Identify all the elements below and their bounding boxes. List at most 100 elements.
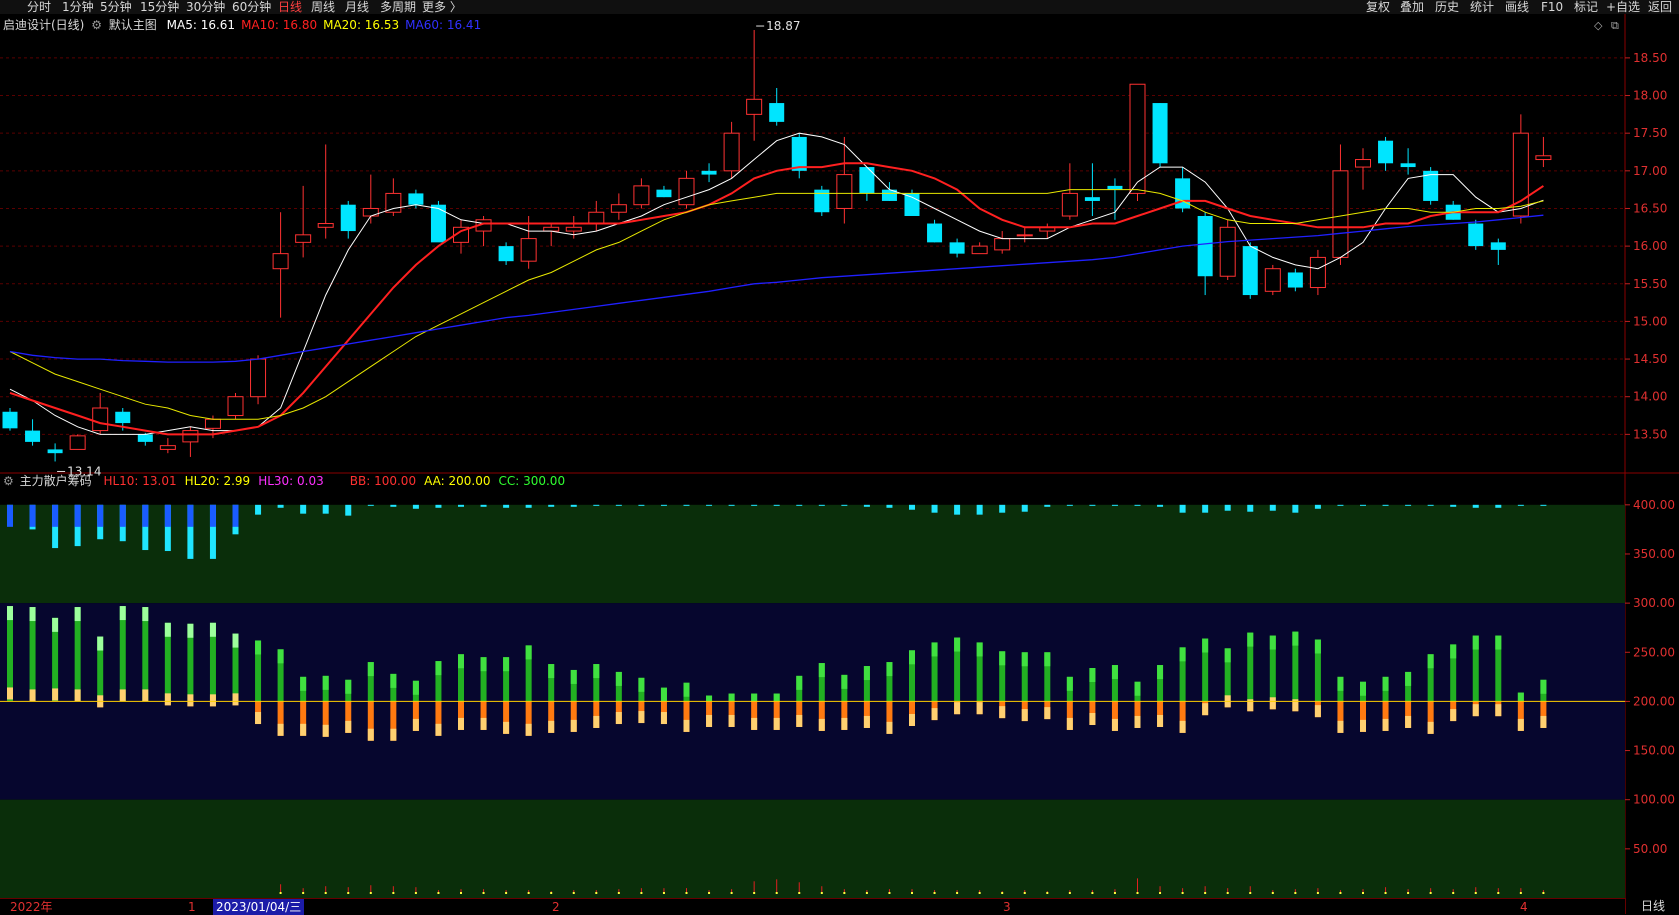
hl20-bar-cap (1360, 719, 1366, 732)
candle-body-down (791, 136, 807, 171)
hl20-bar-cap (931, 708, 938, 721)
small-spike-dot (1046, 892, 1049, 894)
small-spike-dot (640, 892, 643, 894)
hl10-bar-cap (1179, 647, 1186, 662)
hl10-bar-cap (999, 651, 1006, 666)
small-spike-dot (1001, 892, 1004, 894)
gear-icon[interactable]: ⚙ (91, 18, 102, 32)
hl20-bar-cap (390, 728, 397, 741)
toolbar-button-8[interactable]: 返回 (1648, 0, 1672, 14)
hl30-bar-cap (187, 504, 194, 527)
hl30-bar-cap (7, 504, 13, 527)
hl10-bar-cap (7, 606, 13, 621)
gear-icon[interactable]: ⚙ (3, 474, 14, 488)
candle-body-down (115, 411, 131, 424)
hl30-bar-cap (164, 504, 171, 527)
small-spike-dot (1474, 892, 1477, 894)
lower-green-zone (0, 799, 1625, 898)
hl20-bar-cap (7, 687, 13, 700)
period-tab-4[interactable]: 30分钟 (186, 0, 225, 14)
hl30-bar (660, 504, 667, 506)
candle-body-down (25, 430, 41, 442)
hl20-bar-cap (1134, 715, 1141, 728)
hl10-bar-cap (1269, 635, 1276, 650)
candle-body-down (2, 411, 18, 429)
hl10-bar-cap (1111, 665, 1118, 680)
small-spike-dot (437, 892, 440, 894)
period-tab-9[interactable]: 多周期 (380, 0, 416, 14)
price-tick-label: 15.50 (1633, 277, 1667, 291)
small-spike-dot (978, 892, 981, 894)
toolbar-button-3[interactable]: 统计 (1470, 0, 1494, 14)
period-tab-7[interactable]: 周线 (311, 0, 335, 14)
hl20-bar-cap (1427, 721, 1434, 734)
hl10-bar-cap (570, 669, 577, 684)
candle-body-up (317, 223, 334, 228)
candle-body-up (971, 245, 988, 255)
period-tab-6[interactable]: 日线 (278, 0, 302, 14)
hl10-bar-cap (322, 675, 329, 690)
hl30-bar (1089, 504, 1096, 506)
candle-body-up (610, 204, 627, 213)
hl30-bar (1202, 504, 1209, 513)
hl10-bar-cap (390, 673, 397, 688)
hl20-bar-cap (1157, 714, 1164, 727)
candle-body-down (656, 189, 672, 198)
toolbar-button-6[interactable]: 标记 (1574, 0, 1598, 14)
template-name[interactable]: 默认主图 (109, 18, 157, 32)
toolbar-button-7[interactable]: +自选 (1606, 0, 1640, 14)
hl10-bar-cap (164, 622, 171, 637)
candle-body-up (1332, 170, 1349, 258)
ma-line-ma20 (9, 189, 1544, 420)
period-tab-2[interactable]: 5分钟 (100, 0, 132, 14)
maximize-icon[interactable]: ◇ (1594, 19, 1602, 33)
period-tab-3[interactable]: 15分钟 (140, 0, 179, 14)
hl30-bar (322, 504, 329, 514)
hl20-bar-cap (1405, 715, 1412, 728)
stock-title: 启迪设计(日线) (3, 18, 85, 32)
small-spike-dot (1181, 892, 1184, 894)
hl30-bar (367, 504, 374, 506)
hl20-bar-cap (548, 720, 555, 733)
hl10-bar-cap (1427, 654, 1434, 669)
period-tab-10[interactable]: 更多 〉 (422, 0, 462, 14)
restore-icon[interactable]: ⧉ (1611, 19, 1619, 33)
candle-body-up (159, 445, 176, 450)
period-tab-1[interactable]: 1分钟 (62, 0, 94, 14)
candle-body-down (1490, 242, 1506, 250)
hl30-bar (1517, 504, 1524, 506)
hl30-bar (751, 504, 758, 506)
candle-body-up (385, 192, 402, 213)
period-tab-5[interactable]: 60分钟 (232, 0, 271, 14)
period-indicator[interactable]: 日线 (1625, 898, 1679, 914)
hl10-bar-cap (886, 662, 893, 677)
small-spike-dot (1204, 892, 1207, 894)
indicator-title[interactable]: 主力散户筹码 (20, 474, 92, 488)
toolbar-button-4[interactable]: 画线 (1505, 0, 1529, 14)
toolbar-button-5[interactable]: F10 (1541, 0, 1563, 14)
hl10-bar-cap (818, 663, 825, 678)
candle-body-up (362, 207, 379, 217)
small-spike-dot (933, 892, 936, 894)
year-label: 2022年 (10, 900, 53, 914)
candle-body-up (836, 174, 853, 209)
hl30-bar (863, 504, 870, 507)
toolbar-button-1[interactable]: 叠加 (1400, 0, 1424, 14)
hl10-bar-cap (480, 657, 487, 672)
period-tab-8[interactable]: 月线 (345, 0, 369, 14)
hl30-bar (300, 504, 307, 514)
hl30-bar (525, 504, 532, 508)
hl30-bar-cap (97, 504, 104, 527)
hl10-bar-cap (660, 687, 667, 702)
hl20-bar-cap (255, 712, 262, 725)
small-spike-dot (460, 892, 462, 894)
candle-body-up (204, 418, 221, 429)
hl10-bar-cap (548, 664, 555, 679)
toolbar-button-2[interactable]: 历史 (1435, 0, 1459, 14)
small-spike-dot (708, 892, 711, 894)
hl30-bar (1157, 504, 1164, 507)
period-tab-0[interactable]: 分时 (27, 0, 51, 14)
toolbar-button-0[interactable]: 复权 (1366, 0, 1390, 14)
hl30-bar (1247, 504, 1254, 512)
candle-body-up (994, 238, 1011, 251)
